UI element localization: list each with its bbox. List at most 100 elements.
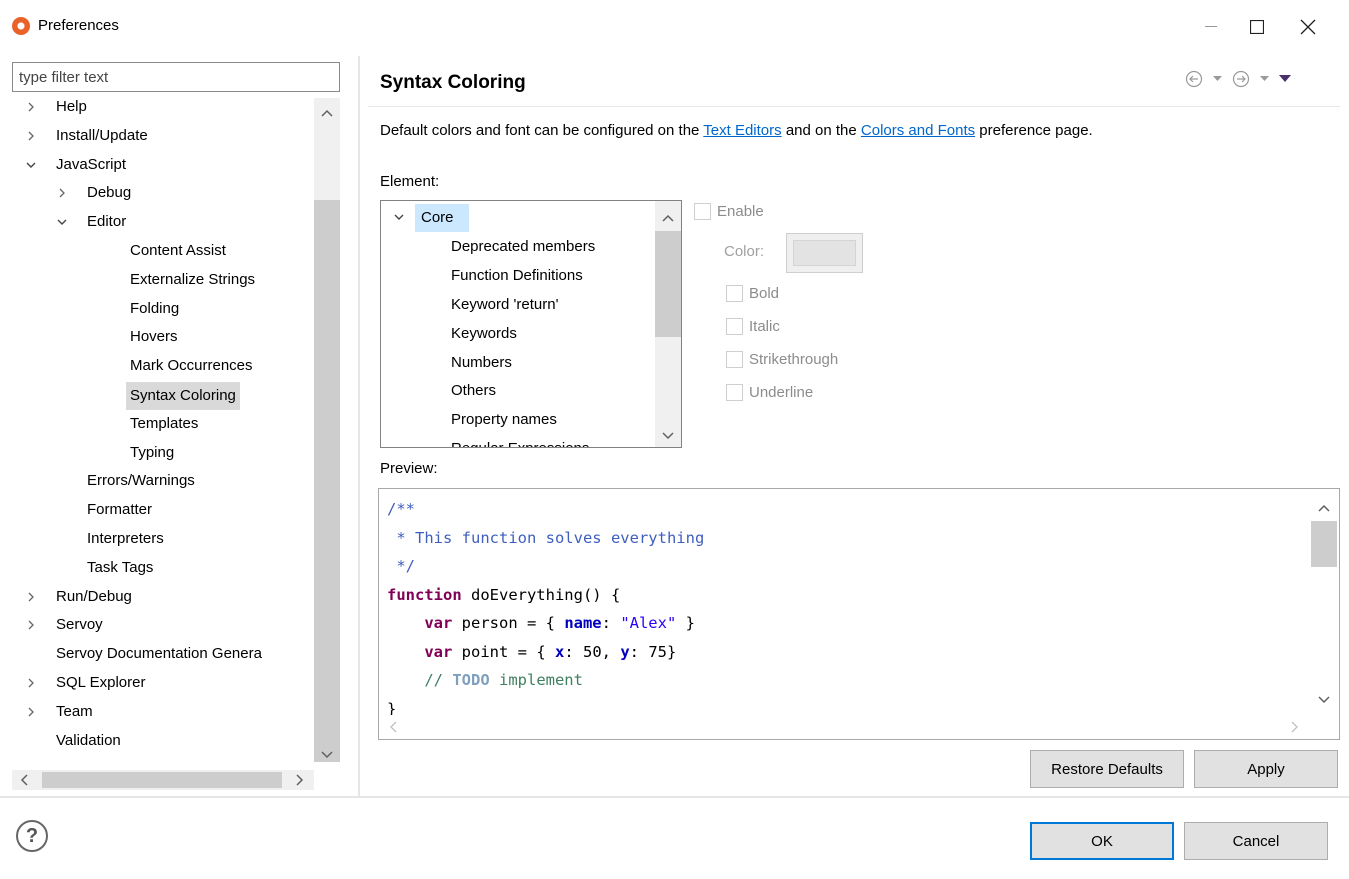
preview-horizontal-scrollbar[interactable] [379, 715, 1311, 739]
tree-item-label: Content Assist [130, 242, 226, 259]
code-token: implement [489, 671, 583, 689]
tree-item-label: Run/Debug [56, 587, 132, 605]
tree-item-label: Hovers [130, 328, 178, 346]
checkbox-box[interactable] [726, 384, 743, 401]
page-description: Default colors and font can be configure… [380, 122, 1093, 139]
scroll-right-icon[interactable] [1291, 721, 1299, 736]
back-dropdown-icon[interactable] [1213, 76, 1222, 82]
code-line: var person = { name: "Alex" } [387, 609, 704, 638]
chevron-right-icon[interactable] [55, 180, 69, 206]
color-swatch [793, 240, 856, 266]
view-menu-icon[interactable] [1279, 75, 1291, 83]
code-token: y [620, 642, 630, 661]
tree-item-label: Servoy Documentation Genera [56, 645, 262, 663]
window-title: Preferences [38, 17, 119, 34]
tree-item-label: Formatter [87, 501, 153, 519]
minimize-button[interactable] [1188, 8, 1234, 46]
enable-label: Enable [717, 203, 764, 220]
checkbox-box[interactable] [694, 203, 711, 220]
tree-item-label: SQL Explorer [56, 674, 146, 691]
scroll-up-icon[interactable] [662, 211, 674, 225]
element-scroll-thumb[interactable] [655, 231, 681, 337]
checkbox-box[interactable] [726, 318, 743, 335]
tree-horizontal-scrollbar[interactable] [12, 770, 314, 790]
enable-checkbox[interactable]: Enable [694, 203, 764, 220]
scroll-down-icon[interactable] [321, 748, 333, 762]
tree-hscroll-thumb[interactable] [42, 772, 282, 788]
color-picker-button[interactable] [786, 233, 863, 273]
apply-button[interactable]: Apply [1194, 750, 1338, 788]
preview-pane[interactable]: /** * This function solves everything */… [378, 488, 1340, 740]
colors-and-fonts-link[interactable]: Colors and Fonts [861, 122, 975, 139]
pane-divider[interactable] [358, 56, 360, 796]
text-editors-link[interactable]: Text Editors [703, 122, 781, 139]
description-text: preference page. [975, 122, 1093, 139]
description-text: and on the [781, 122, 861, 139]
tree-item-label: Team [56, 702, 93, 720]
chevron-right-icon[interactable] [24, 670, 38, 696]
element-item-label: Others [451, 382, 497, 400]
tree-vertical-scrollbar[interactable] [314, 98, 340, 762]
button-bar-separator [0, 796, 1349, 798]
checkbox-box[interactable] [726, 351, 743, 368]
code-token: : 50, [564, 642, 621, 661]
scroll-right-icon[interactable] [296, 774, 304, 789]
code-line: /** [387, 495, 704, 524]
forward-dropdown-icon[interactable] [1260, 76, 1269, 82]
code-token: x [554, 642, 565, 661]
element-item-label: Keywords [451, 324, 517, 342]
chevron-right-icon[interactable] [24, 584, 38, 610]
tree-item-label: Install/Update [56, 126, 148, 144]
underline-checkbox[interactable]: Underline [726, 384, 813, 401]
scroll-down-icon[interactable] [1318, 693, 1330, 707]
back-icon[interactable] [1185, 70, 1203, 88]
tree-item-label: Validation [56, 731, 121, 749]
code-line: * This function solves everything [387, 524, 704, 553]
ok-button[interactable]: OK [1030, 822, 1174, 860]
scroll-up-icon[interactable] [321, 106, 333, 120]
chevron-right-icon[interactable] [24, 98, 38, 120]
chevron-down-icon[interactable] [24, 152, 38, 178]
underline-label: Underline [749, 384, 814, 401]
page-navigation [1185, 70, 1291, 88]
code-line: var point = { x: 50, y: 75} [387, 638, 704, 667]
tree-scroll-thumb[interactable] [314, 200, 340, 762]
checkbox-box[interactable] [726, 285, 743, 302]
element-scrollbar[interactable] [655, 201, 681, 447]
code-line: function doEverything() { [387, 581, 704, 610]
element-item-label: Keyword 'return' [451, 295, 559, 313]
forward-icon[interactable] [1232, 70, 1250, 88]
italic-checkbox[interactable]: Italic [726, 318, 780, 335]
chevron-right-icon[interactable] [24, 699, 38, 725]
maximize-button[interactable] [1234, 8, 1280, 46]
italic-label: Italic [749, 318, 780, 335]
filter-input[interactable] [12, 62, 340, 92]
code-token: function [387, 585, 462, 604]
cancel-button[interactable]: Cancel [1184, 822, 1328, 860]
chevron-down-icon[interactable] [393, 203, 405, 242]
close-icon [1300, 19, 1316, 35]
tree-item-label: JavaScript [56, 155, 127, 173]
tree-item-label: Folding [130, 299, 180, 317]
preview-scroll-thumb[interactable] [1311, 521, 1337, 567]
chevron-right-icon[interactable] [24, 612, 38, 638]
scroll-left-icon[interactable] [389, 721, 397, 736]
scroll-up-icon[interactable] [1318, 501, 1330, 515]
chevron-down-icon[interactable] [55, 209, 69, 235]
restore-defaults-button[interactable]: Restore Defaults [1030, 750, 1184, 788]
preview-vertical-scrollbar[interactable] [1311, 489, 1337, 715]
tree-item-label: Servoy [56, 616, 103, 634]
tree-item-label: Externalize Strings [130, 270, 256, 288]
scroll-down-icon[interactable] [662, 429, 674, 443]
preview-code: /** * This function solves everything */… [387, 495, 704, 723]
help-icon[interactable]: ? [16, 820, 48, 852]
element-tree[interactable]: Core Deprecated members Function Definitio… [380, 200, 682, 448]
code-token: "Alex" [620, 614, 677, 632]
strikethrough-checkbox[interactable]: Strikethrough [726, 351, 838, 368]
chevron-right-icon[interactable] [24, 123, 38, 149]
bold-checkbox[interactable]: Bold [726, 285, 779, 302]
scroll-left-icon[interactable] [20, 774, 28, 789]
minimize-icon [1205, 26, 1217, 27]
close-button[interactable] [1285, 8, 1331, 46]
